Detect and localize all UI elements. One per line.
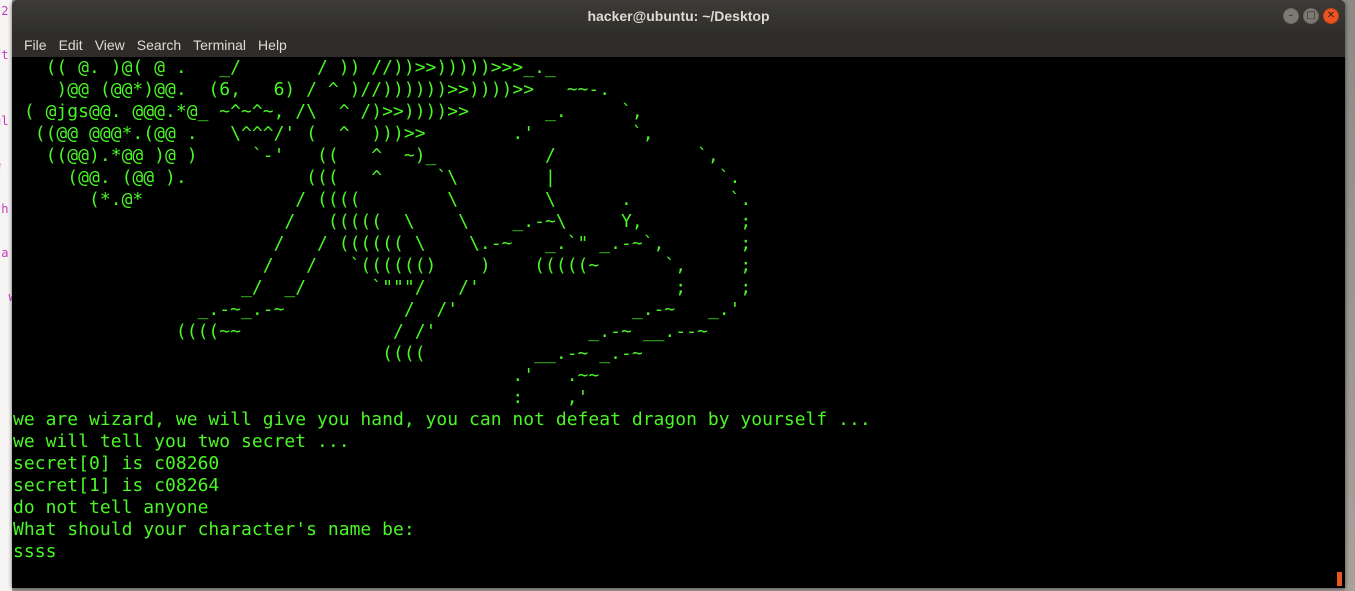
window-controls: – □ ✕ [1283, 8, 1339, 24]
scrollbar-indicator[interactable] [1337, 572, 1342, 586]
terminal-area[interactable]: (( @. )@( @ . _/ / )) //))>>)))))>>>_._ … [12, 57, 1345, 588]
menu-view[interactable]: View [89, 37, 131, 53]
minimize-icon[interactable]: – [1283, 8, 1299, 24]
desktop-background-right [1345, 0, 1355, 591]
menu-file[interactable]: File [18, 37, 53, 53]
menu-bar: File Edit View Search Terminal Help [12, 33, 1345, 57]
maximize-icon[interactable]: □ [1303, 8, 1319, 24]
terminal-window: hacker@ubuntu: ~/Desktop – □ ✕ File Edit… [12, 0, 1345, 588]
menu-help[interactable]: Help [252, 37, 293, 53]
desktop-background-left: .2 " ft ] ) ul e th a w [0, 0, 16, 591]
dragon-ascii-art: (( @. )@( @ . _/ / )) //))>>)))))>>>_._ … [23, 57, 752, 408]
title-bar[interactable]: hacker@ubuntu: ~/Desktop – □ ✕ [12, 0, 1345, 33]
terminal-output: we are wizard, we will give you hand, yo… [13, 409, 871, 562]
menu-search[interactable]: Search [131, 37, 187, 53]
window-title: hacker@ubuntu: ~/Desktop [587, 8, 770, 24]
close-icon[interactable]: ✕ [1323, 8, 1339, 24]
menu-terminal[interactable]: Terminal [187, 37, 252, 53]
menu-edit[interactable]: Edit [53, 37, 89, 53]
